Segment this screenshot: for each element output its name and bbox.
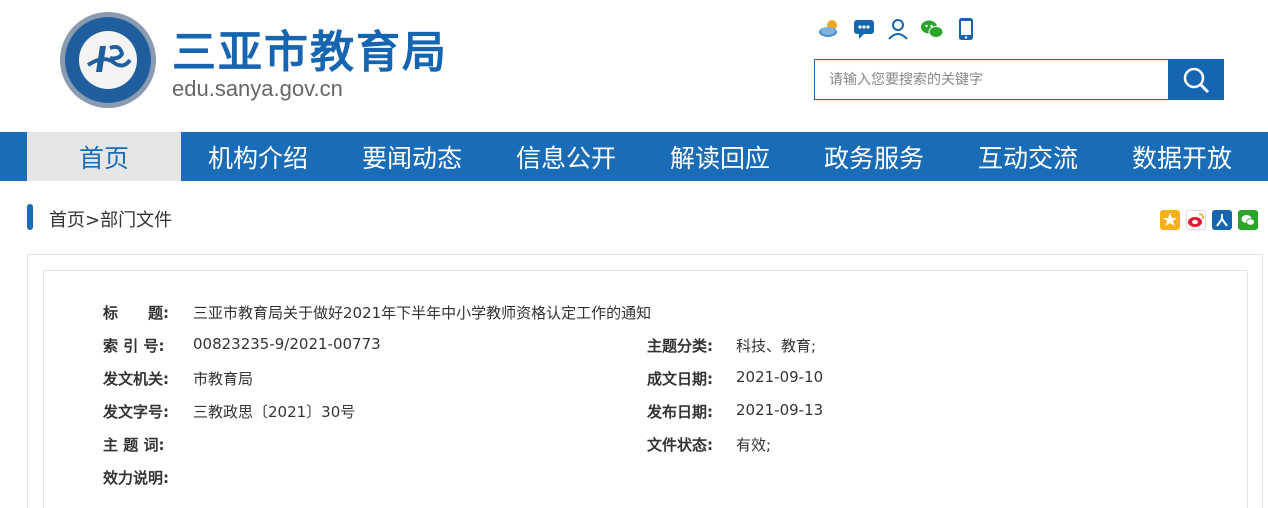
breadcrumb: 首页>部门文件 — [49, 206, 172, 232]
search-input[interactable] — [814, 59, 1168, 100]
chat-icon[interactable] — [852, 16, 876, 42]
search-icon — [1183, 67, 1210, 93]
share-bar — [1160, 210, 1258, 230]
breadcrumb-marker — [27, 204, 33, 230]
site-header: 三亚市教育局 edu.sanya.gov.cn — [0, 0, 1268, 132]
meta-row-docno: 发文字号: 三教政思〔2021〕30号 发布日期: 2021-09-13 — [44, 401, 1244, 423]
weibo-icon[interactable] — [1186, 210, 1206, 230]
published-date-value: 2021-09-13 — [736, 401, 824, 419]
mobile-icon[interactable] — [954, 16, 978, 42]
nav-item-about[interactable]: 机构介绍 — [181, 132, 335, 181]
title-label: 标 题: — [103, 304, 169, 322]
category-value: 科技、教育; — [736, 337, 817, 355]
validity-label: 效力说明: — [103, 469, 169, 487]
top-icons — [818, 16, 978, 44]
nav-item-open-data[interactable]: 数据开放 — [1105, 132, 1259, 181]
document-panel: 标 题: 三亚市教育局关于做好2021年下半年中小学教师资格认定工作的通知 索 … — [27, 254, 1263, 508]
site-logo[interactable] — [58, 10, 158, 110]
index-value: 00823235-9/2021-00773 — [193, 335, 381, 353]
nav-item-interaction[interactable]: 互动交流 — [951, 132, 1105, 181]
document-meta: 标 题: 三亚市教育局关于做好2021年下半年中小学教师资格认定工作的通知 索 … — [43, 270, 1248, 508]
main-nav: 首页 机构介绍 要闻动态 信息公开 解读回应 政务服务 互动交流 数据开放 — [0, 132, 1268, 181]
status-value: 有效; — [736, 436, 772, 454]
keywords-label: 主 题 词: — [103, 436, 165, 454]
title-value: 三亚市教育局关于做好2021年下半年中小学教师资格认定工作的通知 — [193, 304, 652, 322]
site-url: edu.sanya.gov.cn — [172, 76, 343, 101]
breadcrumb-separator: > — [85, 210, 101, 231]
nav-item-home[interactable]: 首页 — [27, 132, 181, 181]
renren-icon[interactable] — [1212, 210, 1232, 230]
doc-number-label: 发文字号: — [103, 403, 169, 421]
user-icon[interactable] — [886, 16, 910, 42]
created-date-label: 成文日期: — [647, 370, 713, 388]
wechat-icon[interactable] — [920, 16, 944, 42]
nav-item-news[interactable]: 要闻动态 — [335, 132, 489, 181]
meta-row-validity: 效力说明: — [44, 467, 1244, 489]
index-label: 索 引 号: — [103, 337, 165, 355]
meta-row-index: 索 引 号: 00823235-9/2021-00773 主题分类: 科技、教育… — [44, 335, 1244, 357]
nav-item-interpretation[interactable]: 解读回应 — [643, 132, 797, 181]
meta-row-title: 标 题: 三亚市教育局关于做好2021年下半年中小学教师资格认定工作的通知 — [44, 302, 1244, 324]
meta-row-keywords: 主 题 词: 文件状态: 有效; — [44, 434, 1244, 456]
site-title[interactable]: 三亚市教育局 — [172, 16, 448, 80]
nav-item-disclosure[interactable]: 信息公开 — [489, 132, 643, 181]
published-date-label: 发布日期: — [647, 403, 713, 421]
nav-item-services[interactable]: 政务服务 — [797, 132, 951, 181]
created-date-value: 2021-09-10 — [736, 368, 824, 386]
category-label: 主题分类: — [647, 337, 713, 355]
search-button[interactable] — [1168, 59, 1224, 100]
weather-icon[interactable] — [818, 16, 842, 42]
breadcrumb-home[interactable]: 首页 — [49, 210, 85, 231]
status-label: 文件状态: — [647, 436, 713, 454]
wechat-share-icon[interactable] — [1238, 210, 1258, 230]
doc-number-value: 三教政思〔2021〕30号 — [193, 403, 356, 421]
issuer-label: 发文机关: — [103, 370, 169, 388]
search-box — [814, 59, 1224, 100]
breadcrumb-current[interactable]: 部门文件 — [100, 210, 172, 231]
qzone-icon[interactable] — [1160, 210, 1180, 230]
meta-row-issuer: 发文机关: 市教育局 成文日期: 2021-09-10 — [44, 368, 1244, 390]
issuer-value: 市教育局 — [193, 370, 254, 388]
